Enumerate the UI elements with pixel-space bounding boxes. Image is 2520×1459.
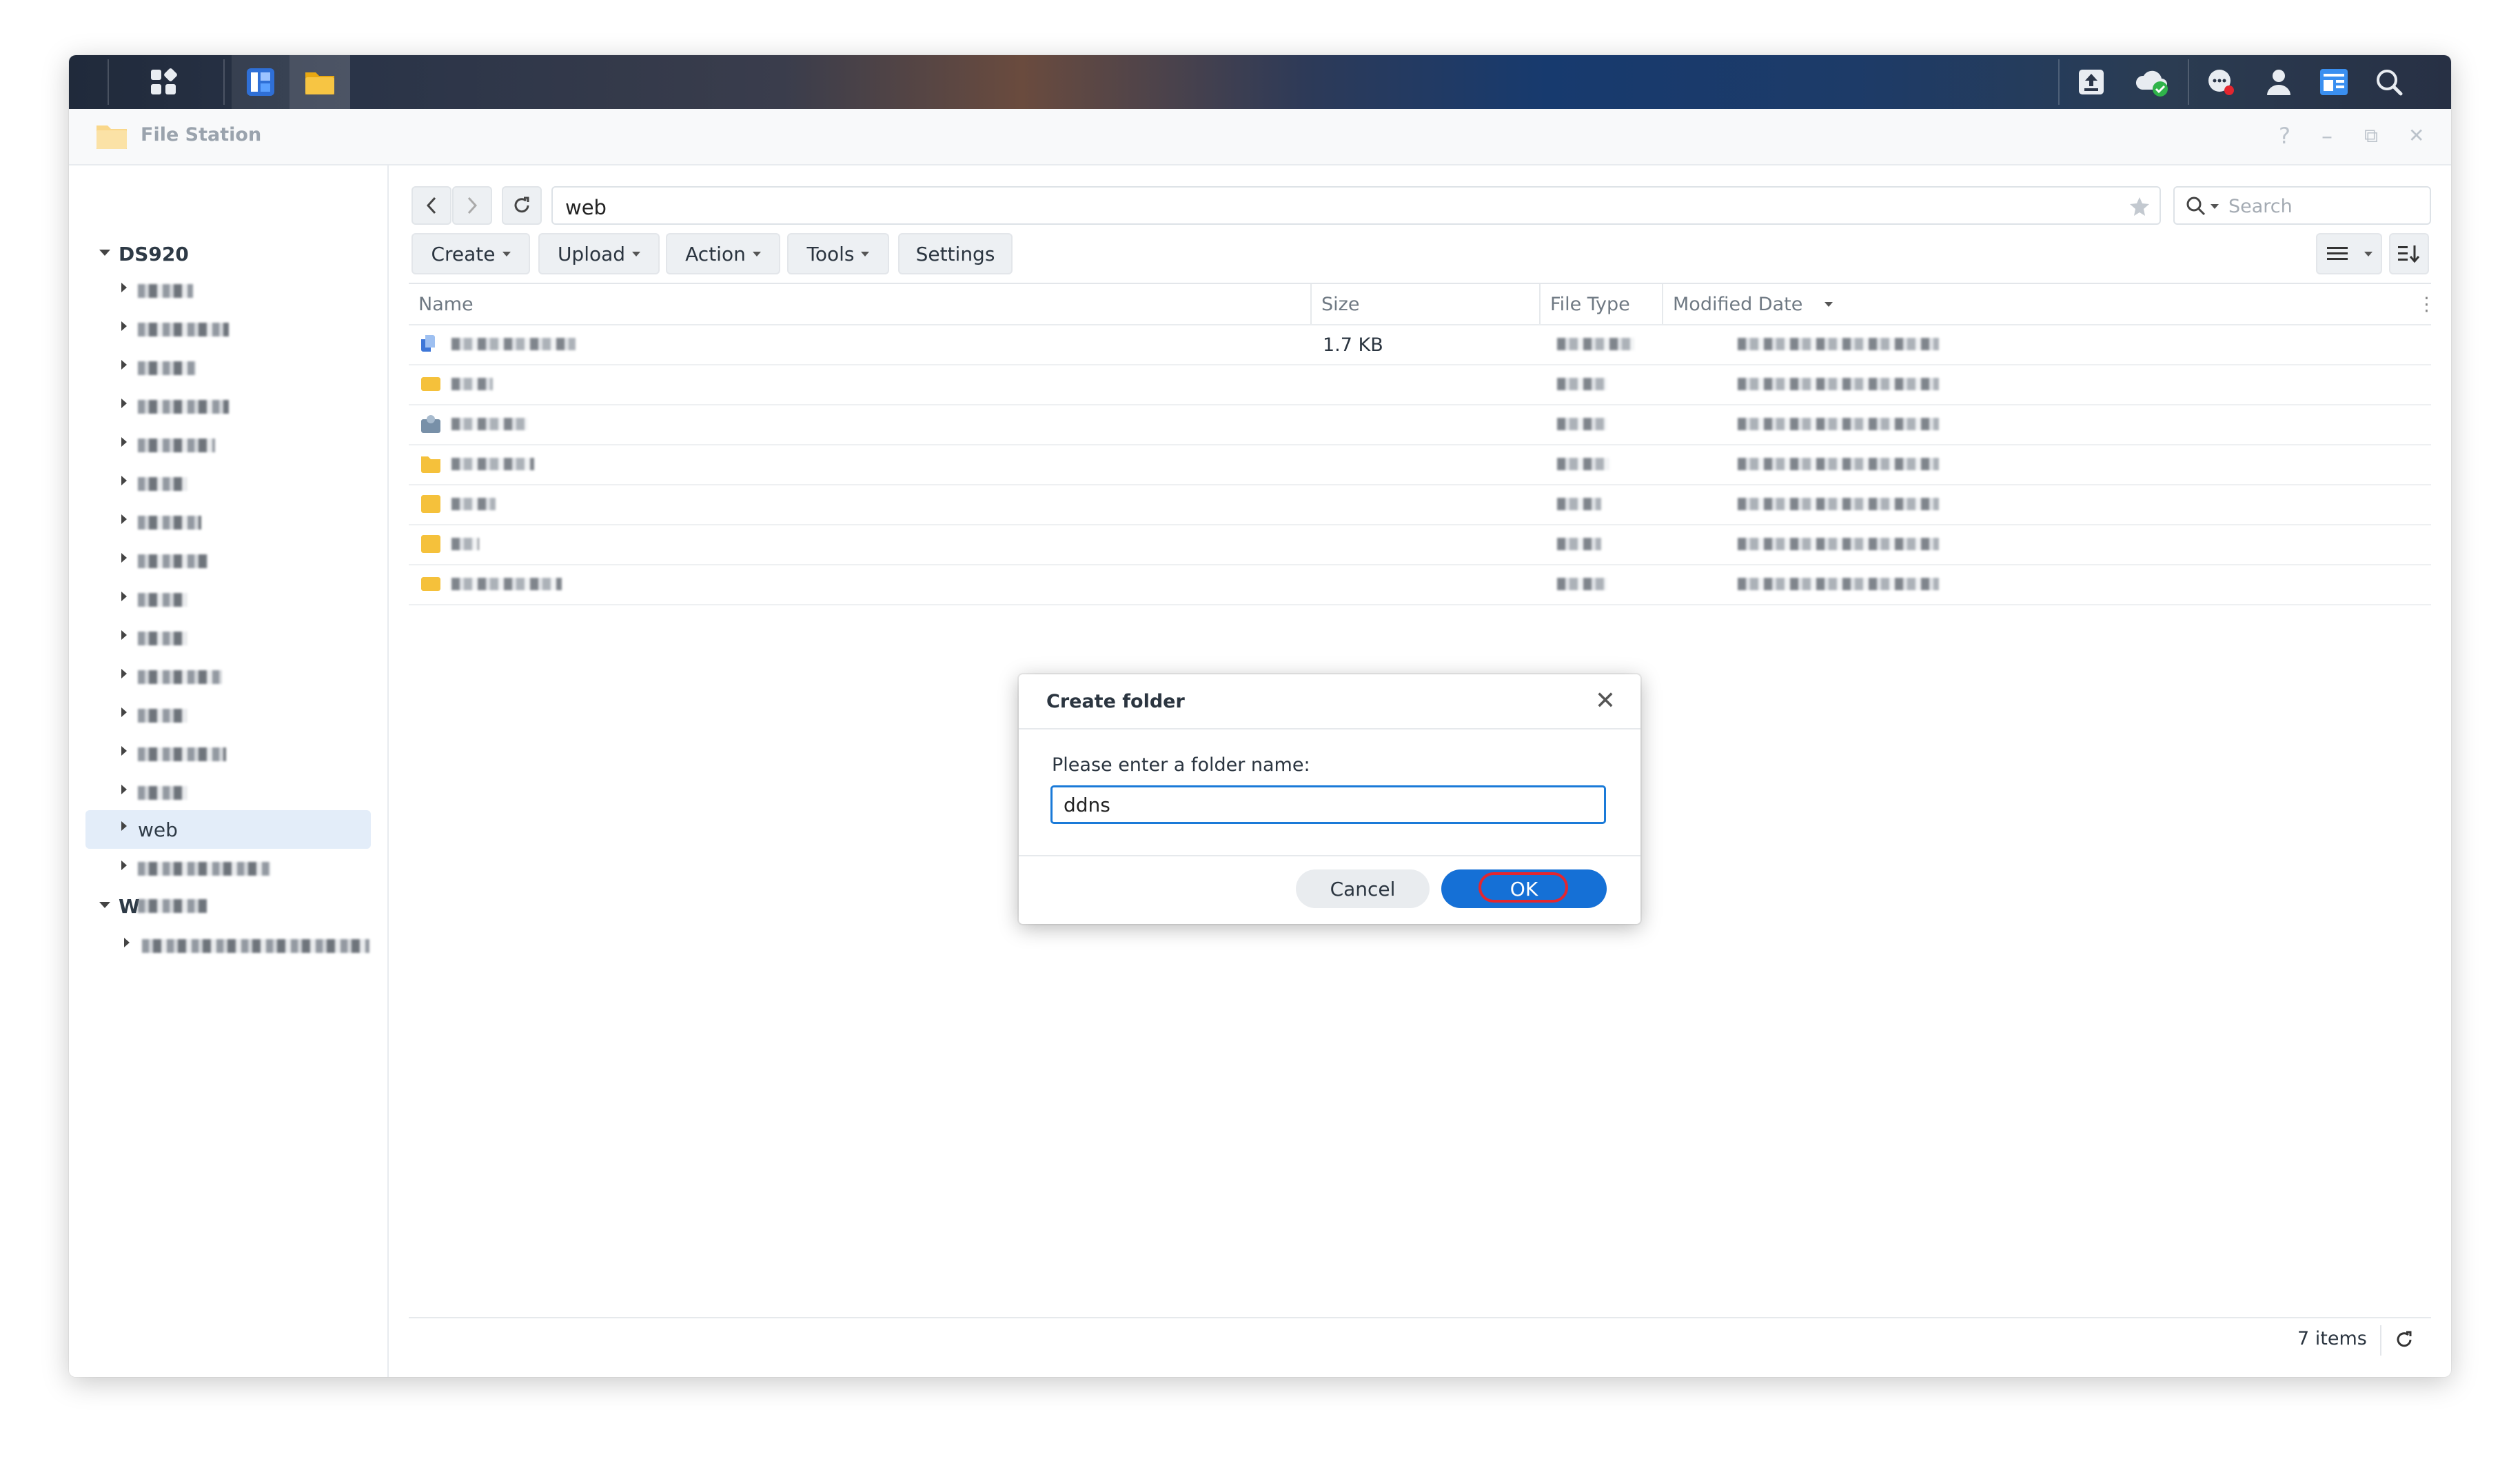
tools-label: Tools [806,242,855,265]
table-row[interactable] [409,444,2431,485]
table-row[interactable] [409,524,2431,565]
settings-button[interactable]: Settings [898,233,1013,274]
back-button[interactable] [411,186,451,225]
folder-icon [421,535,440,553]
upload-label: Upload [557,242,626,265]
tree-item[interactable] [69,927,387,965]
tree-item-web[interactable]: web [69,810,387,849]
settings-label: Settings [915,242,995,265]
path-bar[interactable]: web [551,186,2161,225]
refresh-icon[interactable] [2394,1329,2415,1350]
tree-item[interactable] [69,272,387,310]
table-row[interactable] [409,404,2431,445]
refresh-button[interactable] [502,186,542,225]
tree-item[interactable] [69,619,387,658]
folder-icon [96,125,127,149]
tree-item[interactable] [69,849,387,888]
view-mode-button[interactable] [2316,233,2382,274]
tree-item-web-label: web [138,818,178,841]
tree-item[interactable] [69,503,387,542]
tree-item[interactable] [69,581,387,619]
tree-item[interactable] [69,542,387,581]
window-titlebar[interactable]: File Station ? – ⧉ ✕ [69,109,2451,165]
ok-label: OK [1510,877,1538,900]
tree-item[interactable] [69,696,387,735]
sort-button[interactable] [2389,233,2429,274]
maximize-icon[interactable]: ⧉ [2364,124,2378,148]
folder-icon [421,577,440,591]
tools-button[interactable]: Tools [787,233,889,274]
sidebar-tree: DS920 web W [69,165,389,1377]
list-view-icon [2327,247,2348,260]
action-button[interactable]: Action [666,233,780,274]
upload-button[interactable]: Upload [538,233,660,274]
folder-icon [421,456,440,473]
table-row[interactable] [409,564,2431,605]
tree-root-ds920[interactable]: DS920 [69,234,387,273]
taskbar [69,55,2451,109]
folder-name-input[interactable] [1050,785,1606,824]
ok-button[interactable]: OK [1441,869,1607,908]
tree-item[interactable] [69,658,387,696]
table-row[interactable] [409,484,2431,525]
file-station-icon[interactable] [289,55,350,109]
window-title: File Station [141,124,262,145]
tree-root-second[interactable]: W [69,887,387,925]
notifications-icon[interactable] [2196,55,2246,109]
sort-icon [2398,245,2420,263]
main-menu-icon[interactable] [132,55,194,109]
upload-icon[interactable] [2066,55,2116,109]
tree-item[interactable] [69,426,387,465]
status-bar: 7 items [409,1317,2431,1364]
column-file-type[interactable]: File Type [1550,294,1630,315]
search-icon[interactable] [2364,55,2414,109]
create-folder-dialog: Create folder ✕ Please enter a folder na… [1019,674,1640,924]
column-name[interactable]: Name [418,294,474,315]
folder-name-label: Please enter a folder name: [1052,754,1310,776]
shared-folder-icon [421,415,440,433]
cloud-sync-icon[interactable] [2124,55,2179,109]
widgets-icon[interactable] [2309,55,2359,109]
column-modified-date[interactable]: Modified Date [1673,294,1802,315]
table-row[interactable]: 1.7 KB [409,324,2431,365]
column-size[interactable]: Size [1321,294,1359,315]
column-options-icon[interactable]: ⋮ [2417,294,2436,315]
minimize-icon[interactable]: – [2321,123,2333,149]
path-text: web [565,196,607,219]
folder-icon [421,495,440,513]
forward-button[interactable] [452,186,492,225]
close-icon[interactable]: ✕ [1595,687,1616,715]
create-button[interactable]: Create [411,233,530,274]
close-icon[interactable]: ✕ [2408,124,2424,147]
dialog-title: Create folder [1046,691,1185,712]
action-label: Action [685,242,746,265]
folder-icon [421,377,440,391]
tree-root2-label: W [119,895,140,918]
package-center-icon[interactable] [232,55,289,109]
tree-item[interactable] [69,465,387,503]
tree-item[interactable] [69,735,387,774]
tree-item[interactable] [69,774,387,812]
tree-item[interactable] [69,349,387,388]
tree-item[interactable] [69,310,387,349]
search-placeholder: Search [2228,196,2293,217]
file-station-window: File Station ? – ⧉ ✕ DS920 web W web Sea… [69,55,2451,1377]
search-input[interactable]: Search [2173,186,2431,225]
file-icon [421,335,435,352]
help-icon[interactable]: ? [2279,123,2290,149]
cancel-label: Cancel [1330,877,1396,900]
row-size: 1.7 KB [1323,334,1383,356]
tree-root-label: DS920 [119,243,189,265]
star-icon[interactable] [2129,196,2150,217]
create-label: Create [431,242,496,265]
file-list-header: Name Size File Type Modified Date ⋮ [409,283,2436,325]
item-count: 7 items [2297,1328,2367,1349]
search-icon [2186,197,2206,216]
user-icon[interactable] [2254,55,2304,109]
table-row[interactable] [409,364,2431,405]
tree-item[interactable] [69,388,387,426]
cancel-button[interactable]: Cancel [1296,869,1430,908]
